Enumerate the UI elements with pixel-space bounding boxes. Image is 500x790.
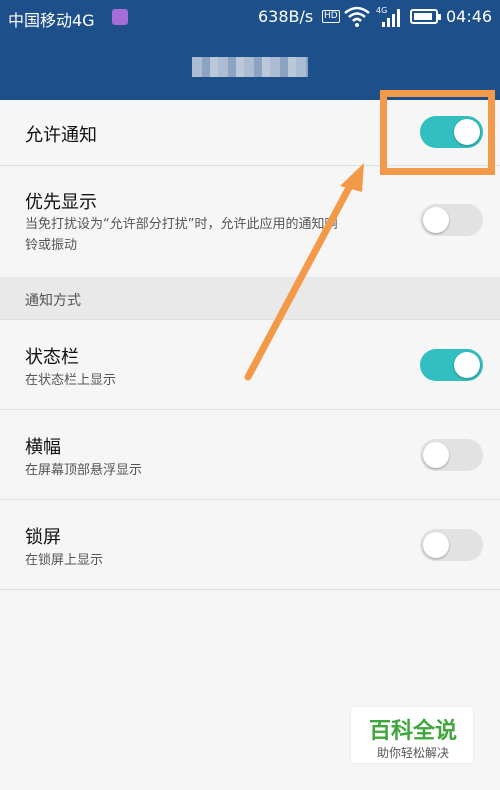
status-bar-toggle[interactable] — [420, 349, 483, 381]
watermark-title: 百科全说 — [368, 719, 457, 744]
wifi-icon — [344, 6, 370, 27]
notification-method-section-header: 通知方式 — [0, 277, 500, 320]
clock: 04:46 — [446, 7, 493, 26]
cellular-signal-icon: 4G — [376, 6, 400, 27]
notification-app-icon — [112, 9, 128, 25]
section-label: 通知方式 — [25, 293, 81, 309]
watermark-subtitle: 助你轻松解决 — [376, 746, 449, 760]
lock-screen-toggle[interactable] — [420, 529, 483, 561]
allow-notifications-label: 允许通知 — [25, 125, 97, 146]
priority-display-label: 优先显示 — [25, 192, 97, 213]
toggle-knob — [423, 532, 449, 558]
priority-display-row[interactable]: 优先显示 当免打扰设为“允许部分打扰”时，允许此应用的通知响 铃或振动 — [0, 166, 500, 277]
network-speed: 638B/s — [258, 7, 314, 26]
toggle-knob — [454, 352, 480, 378]
watermark-logo: 百科全说 助你轻松解决 — [350, 706, 474, 764]
status-bar: 中国移动4G 638B/s HD 4G 04:46 — [0, 0, 500, 34]
priority-display-description-line2: 铃或振动 — [25, 238, 78, 253]
banner-row[interactable]: 横幅 在屏幕顶部悬浮显示 — [0, 410, 500, 500]
lock-screen-description: 在锁屏上显示 — [25, 553, 104, 568]
highlight-box-annotation — [380, 90, 495, 175]
lock-screen-label: 锁屏 — [25, 527, 61, 548]
carrier-label: 中国移动4G — [8, 11, 95, 30]
network-type-label: 4G — [376, 6, 387, 15]
status-bar-label: 状态栏 — [25, 347, 79, 368]
status-bar-row[interactable]: 状态栏 在状态栏上显示 — [0, 321, 500, 410]
lock-screen-row[interactable]: 锁屏 在锁屏上显示 — [0, 500, 500, 590]
toggle-knob — [423, 442, 449, 468]
battery-icon — [410, 9, 441, 24]
app-bar: 中国移动4G 638B/s HD 4G 04:46 — [0, 0, 500, 100]
toggle-knob — [423, 207, 449, 233]
hd-icon: HD — [322, 10, 340, 23]
status-bar-description: 在状态栏上显示 — [25, 373, 117, 388]
priority-display-toggle[interactable] — [420, 204, 483, 236]
app-title-blurred — [192, 57, 308, 77]
priority-display-description-line1: 当免打扰设为“允许部分打扰”时，允许此应用的通知响 — [25, 217, 338, 232]
banner-description: 在屏幕顶部悬浮显示 — [25, 463, 143, 478]
banner-toggle[interactable] — [420, 439, 483, 471]
banner-label: 横幅 — [25, 437, 61, 458]
